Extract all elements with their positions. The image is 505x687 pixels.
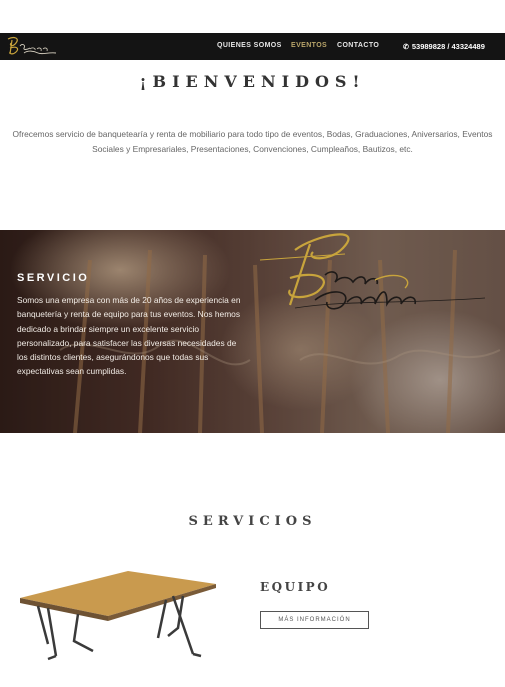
welcome-text: Ofrecemos servicio de banquetearía y ren… (12, 129, 493, 154)
phone-icon: ✆ (403, 44, 409, 51)
top-navbar: QUIENES SOMOS EVENTOS CONTACTO ✆ 53989828… (0, 33, 505, 60)
phone-text: 53989828 / 43324489 (411, 42, 485, 51)
brand-logo[interactable] (4, 34, 60, 59)
nav-link-eventos[interactable]: EVENTOS (291, 42, 327, 49)
services-title: SERVICIOS (188, 514, 317, 529)
nav-link-quienes-somos[interactable]: QUIENES SOMOS (217, 42, 282, 49)
hero-body-text: Somos una empresa con más de 20 años de … (17, 295, 241, 377)
hero-banner: SERVICIO Somos una empresa con más de 20… (0, 230, 505, 433)
nav-link-contacto[interactable]: CONTACTO (337, 42, 379, 49)
folding-table-image (20, 571, 216, 661)
more-info-button[interactable]: MÁS INFORMACIÓN (260, 611, 369, 629)
hero-heading: SERVICIO (17, 272, 90, 284)
hero-script-logo (259, 233, 486, 310)
service-item-title-equipo: EQUIPO (260, 580, 331, 594)
welcome-title: ¡BIENVENIDOS! (139, 72, 366, 91)
phone-number[interactable]: ✆ 53989828 / 43324489 (403, 42, 485, 51)
